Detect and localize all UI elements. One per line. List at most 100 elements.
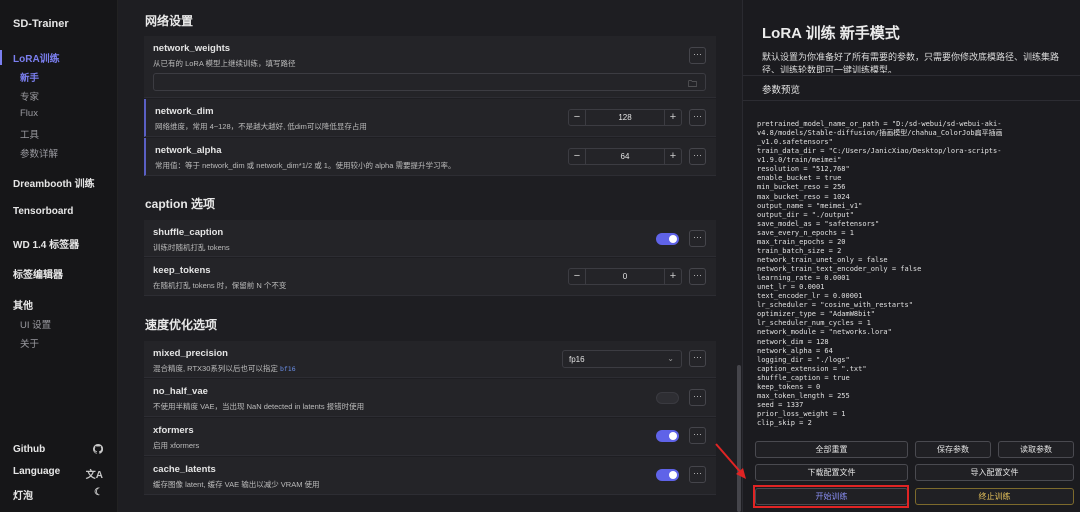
config-line: train_data_dir = "C:/Users/JanicXiao/Des… [757,147,1002,156]
setting-name: no_half_vae [153,386,208,397]
setting-desc: 从已有的 LoRA 模型上继续训练，填写路径 [153,59,296,68]
section-caption: caption 选项 [145,197,216,211]
no-half-vae-toggle[interactable] [656,392,679,404]
nav-lora-tools[interactable]: 工具 [20,127,39,141]
pointer-arrow-icon [715,443,746,479]
network-weights-input[interactable]: 🗀 [153,73,706,91]
github-link[interactable]: Github [13,443,104,457]
more-button[interactable]: ··· [689,466,706,483]
select-value: fp16 [569,355,585,364]
panel-description: 默认设置为你准备好了所有需要的参数，只需要你修改底模路径、训练集路径、训练轮数即… [762,52,1060,73]
setting-name: mixed_precision [153,348,228,359]
config-line: resolution = "512,768" [757,165,850,174]
nav-other[interactable]: 其他 [13,297,33,312]
setting-network-dim: network_dim 网络维度，常用 4~128，不是越大越好, 低dim可以… [144,99,716,137]
folder-icon[interactable]: 🗀 [688,77,697,93]
keep-tokens-stepper[interactable]: − 0 + [568,268,682,285]
setting-network-weights: network_weights 从已有的 LoRA 模型上继续训练，填写路径 ·… [144,36,716,98]
config-line: network_alpha = 64 [757,346,833,355]
mixed-precision-select[interactable]: fp16 ⌄ [562,350,682,368]
decrement-button[interactable]: − [569,269,586,284]
setting-network-alpha: network_alpha 常用值：等于 network_dim 或 netwo… [144,138,716,176]
nav-dreambooth[interactable]: Dreambooth 训练 [13,175,95,190]
config-line: lr_scheduler = "cosine_with_restarts" [757,301,913,310]
nav-ui-settings[interactable]: UI 设置 [20,317,51,331]
shuffle-caption-toggle[interactable] [656,233,679,245]
config-line: save_every_n_epochs = 1 [757,228,854,237]
config-line: unet_lr = 0.0001 [757,283,825,292]
setting-mixed-precision: mixed_precision 混合精度, RTX30系列以后也可以指定 bf1… [144,341,716,378]
config-line: max_bucket_reso = 1024 [757,192,850,201]
config-line: save_model_as = "safetensors" [757,219,880,228]
increment-button[interactable]: + [664,149,681,164]
download-config-button[interactable]: 下载配置文件 [755,464,908,481]
config-line: shuffle_caption = true [757,373,850,382]
more-button[interactable]: ··· [689,427,706,444]
decrement-button[interactable]: − [569,110,586,125]
nav-tag-editor[interactable]: 标签编辑器 [13,266,63,281]
divider [743,75,1080,76]
config-line: logging_dir = "./logs" [757,355,850,364]
nav-lora-flux[interactable]: Flux [20,108,38,119]
nav-wd14-tagger[interactable]: WD 1.4 标签器 [13,236,79,251]
reset-all-button[interactable]: 全部重置 [755,441,908,458]
theme-label: 灯泡 [13,491,33,502]
more-button[interactable]: ··· [689,230,706,247]
language-switch[interactable]: Language 文A [13,466,103,481]
nav-lora-training[interactable]: LoRA训练 [0,50,60,65]
panel-title: LoRA 训练 新手模式 [762,25,900,42]
nav-tensorboard[interactable]: Tensorboard [13,206,73,217]
config-line: optimizer_type = "AdamW8bit" [757,310,876,319]
config-line: output_dir = "./output" [757,210,854,219]
setting-desc: 网络维度，常用 4~128，不是越大越好, 低dim可以降低显存占用 [155,122,367,131]
save-params-button[interactable]: 保存参数 [915,441,991,458]
config-line: prior_loss_weight = 1 [757,410,846,418]
increment-button[interactable]: + [664,110,681,125]
setting-keep-tokens: keep_tokens 在随机打乱 tokens 时，保留前 N 个不变 − 0… [144,258,716,296]
divider [743,100,1080,101]
more-button[interactable]: ··· [689,47,706,64]
github-icon [92,443,104,457]
moon-icon: ☾ [94,487,103,498]
more-button[interactable]: ··· [689,109,706,126]
section-network: 网络设置 [145,14,194,28]
setting-name: keep_tokens [153,265,211,276]
stop-training-button[interactable]: 终止训练 [915,488,1074,505]
config-line: v1.9.0/train/meimei" [757,156,842,165]
nav-lora-expert[interactable]: 专家 [20,89,39,103]
more-button[interactable]: ··· [689,350,706,367]
import-config-button[interactable]: 导入配置文件 [915,464,1074,481]
network-dim-stepper[interactable]: − 128 + [568,109,682,126]
config-line: lr_scheduler_num_cycles = 1 [757,319,871,328]
config-line: enable_bucket = true [757,174,842,183]
nav-lora-beginner[interactable]: 新手 [20,70,39,84]
stepper-value[interactable]: 128 [586,110,664,125]
cache-latents-toggle[interactable] [656,469,679,481]
nav-lora-params[interactable]: 参数详解 [20,146,58,160]
nav-about[interactable]: 关于 [20,336,39,350]
setting-no-half-vae: no_half_vae 不使用半精度 VAE，当出现 NaN detected … [144,379,716,417]
setting-name: network_alpha [155,145,222,156]
config-line: caption_extension = ".txt" [757,364,867,373]
decrement-button[interactable]: − [569,149,586,164]
network-alpha-stepper[interactable]: − 64 + [568,148,682,165]
config-line: output_name = "meimei_v1" [757,201,863,210]
config-line: network_module = "networks.lora" [757,328,892,337]
theme-switch[interactable]: 灯泡 ☾ [13,487,103,502]
more-button[interactable]: ··· [689,148,706,165]
section-speed: 速度优化选项 [145,318,218,332]
xformers-toggle[interactable] [656,430,679,442]
read-params-button[interactable]: 读取参数 [998,441,1074,458]
config-line: max_token_length = 255 [757,391,850,400]
main-scrollbar[interactable] [737,365,741,512]
stepper-value[interactable]: 64 [586,149,664,164]
more-button[interactable]: ··· [689,268,706,285]
stepper-value[interactable]: 0 [586,269,664,284]
more-button[interactable]: ··· [689,389,706,406]
main-form: 网络设置 network_weights 从已有的 LoRA 模型上继续训练，填… [118,0,742,512]
increment-button[interactable]: + [664,269,681,284]
preview-panel: LoRA 训练 新手模式 默认设置为你准备好了所有需要的参数，只需要你修改底模路… [742,0,1080,512]
config-line: train_batch_size = 2 [757,246,842,255]
config-line: network_train_unet_only = false [757,255,888,264]
setting-name: cache_latents [153,464,216,475]
